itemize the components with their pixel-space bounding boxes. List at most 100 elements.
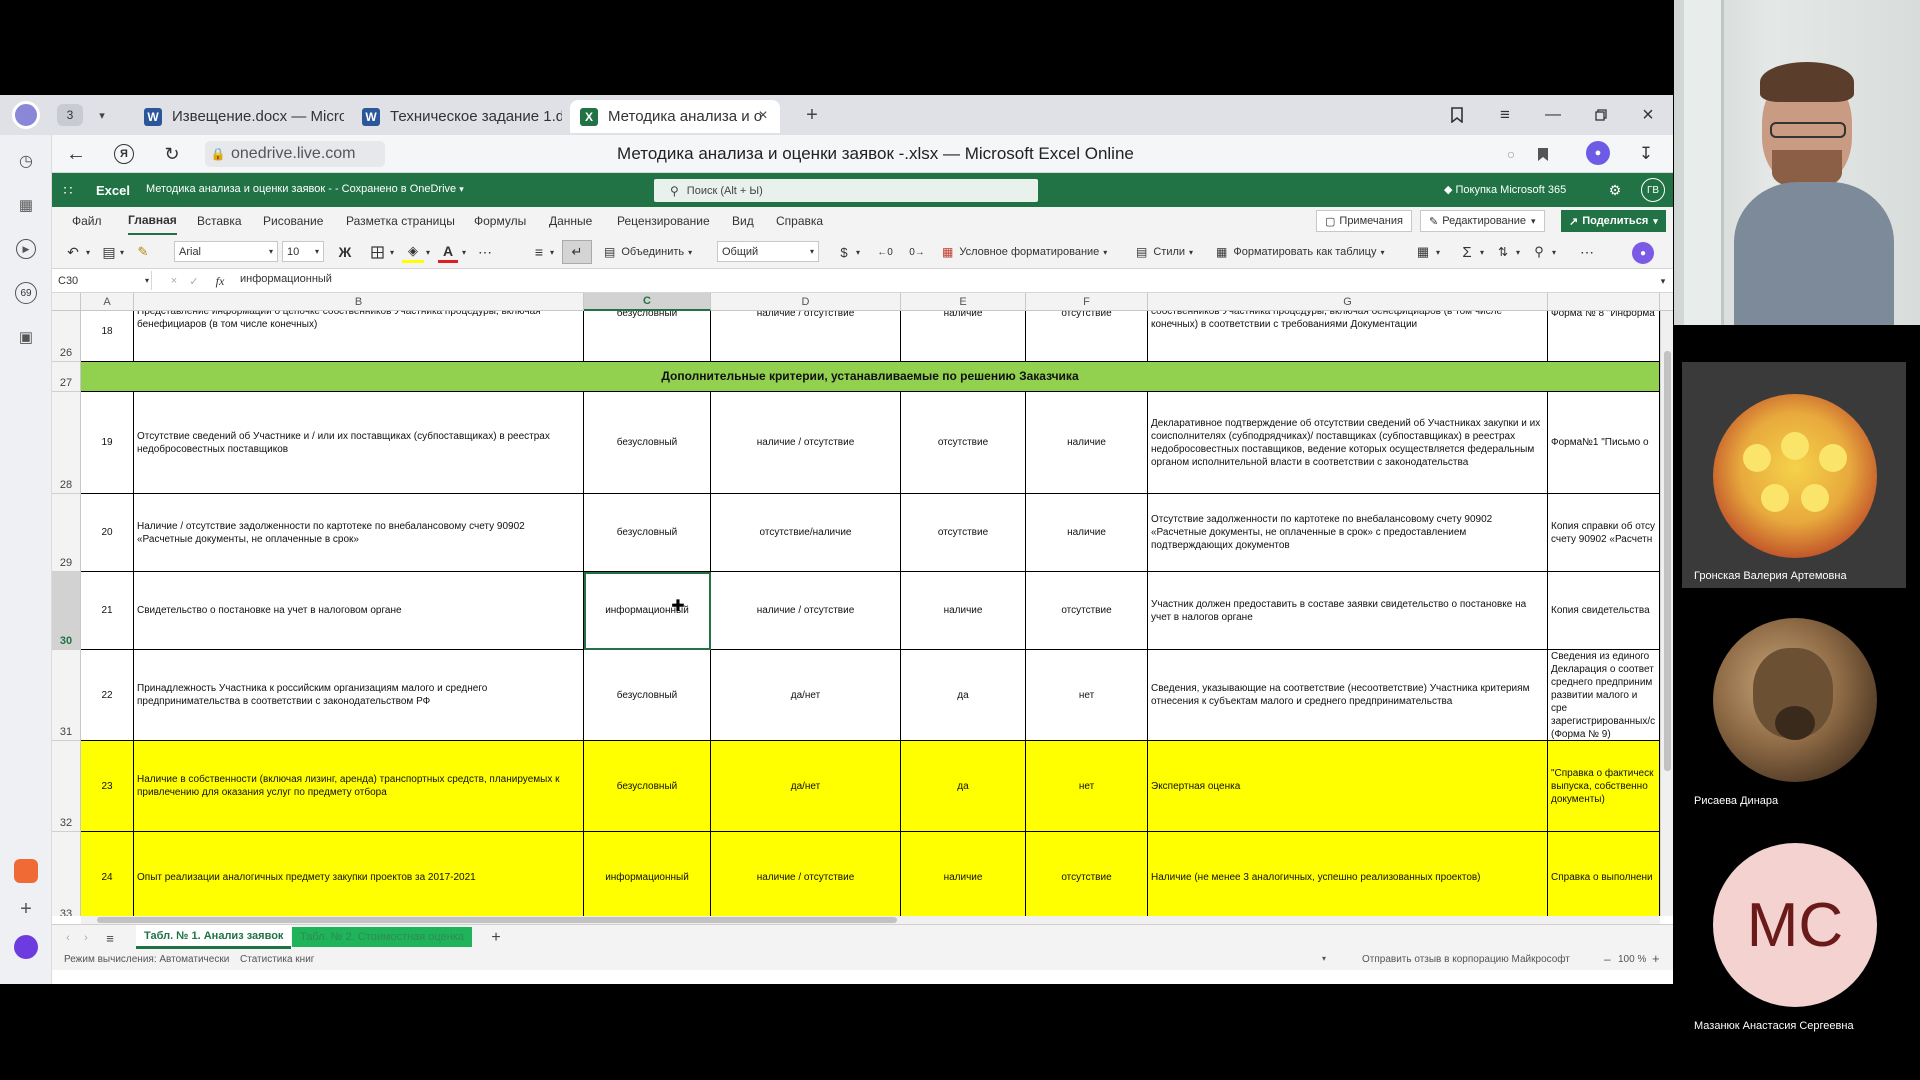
cell-number[interactable]: 18: [81, 311, 134, 362]
cell-number[interactable]: 21: [81, 572, 134, 650]
dropdown-icon[interactable]: ▾: [1432, 235, 1444, 269]
sheet-tab-cost[interactable]: Табл. № 2. Стоимостная оценка: [292, 927, 472, 947]
scrollbar-thumb[interactable]: [1664, 351, 1671, 771]
extension-icon[interactable]: ●: [1586, 141, 1610, 165]
close-window-icon[interactable]: ×: [1637, 104, 1659, 126]
format-painter-icon[interactable]: ✎: [132, 235, 154, 269]
cell-criterion[interactable]: Свидетельство о постановке на учет в нал…: [134, 572, 584, 650]
cell-requirement[interactable]: Участник должен предоставить в составе з…: [1148, 572, 1548, 650]
row-header[interactable]: 33: [52, 832, 81, 916]
bookmark-page-icon[interactable]: [1532, 143, 1554, 165]
wrap-text-button[interactable]: ↵: [562, 240, 592, 264]
app-launcher-icon[interactable]: ∷: [58, 180, 78, 200]
prev-sheet-icon[interactable]: ‹: [60, 929, 76, 947]
conditional-format-button[interactable]: ▦ Условное форматирование ▾: [942, 235, 1107, 269]
url-field[interactable]: 🔒 onedrive.live.com: [205, 141, 385, 167]
cell-values[interactable]: да/нет: [711, 741, 901, 832]
cell-criterion[interactable]: Опыт реализации аналогичных предмету зак…: [134, 832, 584, 916]
column-header-a[interactable]: A: [81, 293, 134, 311]
row-header[interactable]: 28: [52, 392, 81, 494]
column-header-d[interactable]: D: [711, 293, 901, 311]
reload-icon[interactable]: ↻: [160, 143, 184, 165]
menu-file[interactable]: Файл: [72, 207, 102, 235]
tab-izveshchenie[interactable]: W Извещение.docx — Micro: [134, 100, 344, 133]
cell-requirement[interactable]: Сведения, указывающие на соответствие (н…: [1148, 650, 1548, 741]
cell-type[interactable]: безусловный: [584, 741, 711, 832]
menu-view[interactable]: Вид: [732, 207, 754, 235]
cell-positive[interactable]: да: [901, 741, 1026, 832]
dropdown-icon[interactable]: ▾: [386, 235, 398, 269]
settings-gear-icon[interactable]: ⚙: [1605, 180, 1625, 200]
font-size-select[interactable]: 10 ▾: [282, 241, 324, 262]
cell-type[interactable]: безусловный: [584, 311, 711, 362]
doc-title[interactable]: Методика анализа и оценки заявок - - Сох…: [146, 183, 464, 195]
menu-help[interactable]: Справка: [776, 207, 823, 235]
currency-button[interactable]: $: [834, 235, 854, 269]
selected-cell-c30[interactable]: информационный: [584, 572, 711, 650]
cell-criterion[interactable]: Принадлежность Участника к российским ор…: [134, 650, 584, 741]
row-header[interactable]: 29: [52, 494, 81, 572]
font-color-icon[interactable]: A: [438, 241, 458, 263]
cell-values[interactable]: наличие / отсутствие: [711, 832, 901, 916]
cell-criterion[interactable]: Наличие в собственности (включая лизинг,…: [134, 741, 584, 832]
fill-color-icon[interactable]: ◈: [402, 241, 424, 263]
close-tab-icon[interactable]: ×: [754, 106, 772, 126]
number-format-select[interactable]: Общий ▾: [717, 241, 819, 262]
cell-requirement[interactable]: Декларативное подтверждение об отсутстви…: [1148, 392, 1548, 494]
cell-negative[interactable]: нет: [1026, 741, 1148, 832]
column-header-e[interactable]: E: [901, 293, 1026, 311]
add-icon[interactable]: +: [14, 897, 38, 921]
row-header[interactable]: 32: [52, 741, 81, 832]
tab-tekhnicheskoe-zadanie[interactable]: W Техническое задание 1.d: [352, 100, 562, 133]
dropdown-icon[interactable]: ▾: [458, 235, 470, 269]
cell-negative[interactable]: нет: [1026, 650, 1148, 741]
increase-decimal-icon[interactable]: ←0: [874, 235, 896, 269]
cell-values[interactable]: да/нет: [711, 650, 901, 741]
cell-positive[interactable]: наличие: [901, 311, 1026, 362]
tabs-dropdown-icon[interactable]: ▾: [92, 104, 112, 126]
dropdown-icon[interactable]: ▾: [852, 235, 864, 269]
badge-icon[interactable]: 69: [14, 281, 38, 305]
alice-icon[interactable]: [14, 935, 38, 959]
yandex-icon[interactable]: Я: [112, 143, 136, 165]
cell-values[interactable]: наличие / отсутствие: [711, 392, 901, 494]
menu-draw[interactable]: Рисование: [263, 207, 323, 235]
comments-button[interactable]: ▢ Примечания: [1316, 210, 1412, 232]
cell-positive[interactable]: наличие: [901, 832, 1026, 916]
bold-button[interactable]: Ж: [334, 235, 356, 269]
borders-icon[interactable]: [366, 235, 388, 269]
insert-cells-icon[interactable]: ▦: [1412, 235, 1434, 269]
cell-positive[interactable]: да: [901, 650, 1026, 741]
horizontal-scrollbar-thumb[interactable]: [97, 917, 897, 923]
more-options-icon[interactable]: ⋯: [474, 235, 496, 269]
new-tab-icon[interactable]: +: [800, 103, 824, 127]
restore-icon[interactable]: [1590, 104, 1612, 126]
vertical-scrollbar[interactable]: [1660, 311, 1673, 916]
camera-icon[interactable]: ▣: [14, 325, 38, 349]
column-header-f[interactable]: F: [1026, 293, 1148, 311]
cell-type[interactable]: информационный: [584, 832, 711, 916]
cell-document[interactable]: Справка о выполнени: [1548, 832, 1660, 916]
cell-negative[interactable]: наличие: [1026, 494, 1148, 572]
expand-formula-icon[interactable]: ▾: [1655, 272, 1671, 290]
cell-requirement[interactable]: Экспертная оценка: [1148, 741, 1548, 832]
dropdown-icon[interactable]: ▾: [1512, 235, 1524, 269]
find-icon[interactable]: ⚲: [1528, 235, 1550, 269]
dropdown-icon[interactable]: ▾: [546, 235, 558, 269]
cell-document[interactable]: Копия свидетельства: [1548, 572, 1660, 650]
column-header-c[interactable]: C: [584, 293, 711, 311]
menu-icon[interactable]: ≡: [1494, 104, 1516, 126]
dropdown-icon[interactable]: ▾: [116, 235, 128, 269]
cell-positive[interactable]: отсутствие: [901, 392, 1026, 494]
column-header-h[interactable]: [1548, 293, 1660, 311]
history-icon[interactable]: ◷: [14, 149, 38, 173]
app-shortcut-icon[interactable]: [14, 859, 38, 883]
chevron-down-icon[interactable]: ▾: [1322, 954, 1326, 963]
menu-data[interactable]: Данные: [549, 207, 592, 235]
zoom-level[interactable]: 100 %: [1618, 954, 1646, 965]
tab-metodika-active[interactable]: X Методика анализа и о ×: [570, 100, 780, 133]
cell-negative[interactable]: наличие: [1026, 392, 1148, 494]
cell-type[interactable]: безусловный: [584, 650, 711, 741]
menu-home[interactable]: Главная: [128, 207, 177, 235]
cell-document[interactable]: Форма № 8 "Информа: [1548, 311, 1660, 362]
